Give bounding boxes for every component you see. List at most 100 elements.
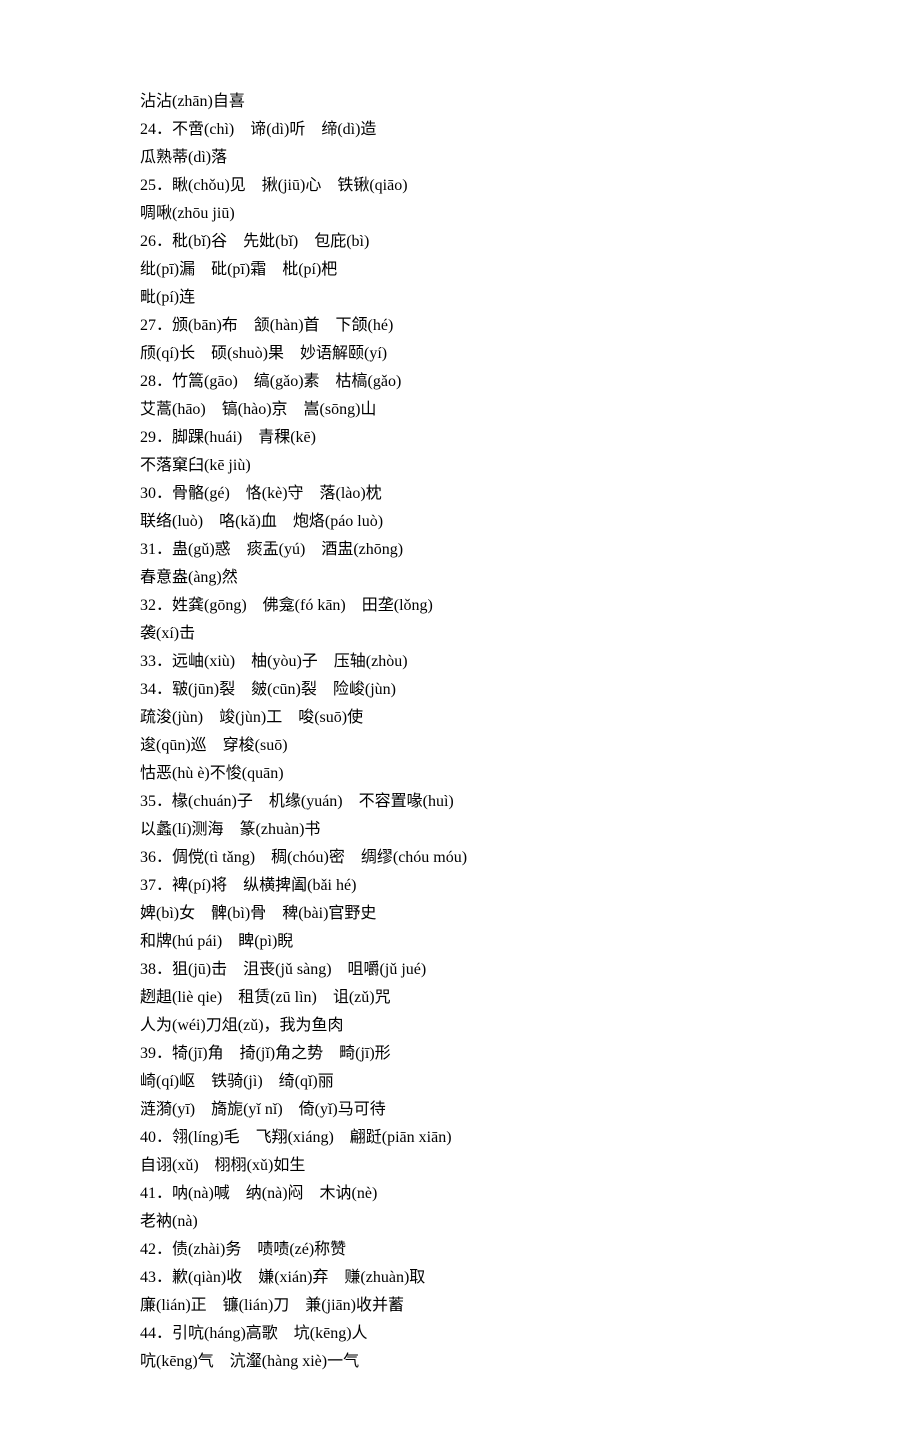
entry: 25．瞅(chǒu)见 揪(jiū)心 铁锹(qiāo) 啁啾(zhōu jiū) — [140, 172, 780, 228]
entry-text: 自诩(xǔ) 栩栩(xǔ)如生 — [140, 1157, 305, 1174]
document-content: 沾沾(zhān)自喜24．不啻(chì) 谛(dì)听 缔(dì)造瓜熟蒂(dì… — [140, 88, 780, 1376]
entry-line: 春意盎(àng)然 — [140, 564, 780, 592]
entry-line: 联络(luò) 咯(kǎ)血 炮烙(páo luò) — [140, 508, 780, 536]
entry-text: 不啻(chì) 谛(dì)听 缔(dì)造 — [172, 121, 376, 138]
entry-number: 37． — [140, 877, 172, 894]
entry-line: 41．呐(nà)喊 纳(nà)闷 木讷(nè) — [140, 1180, 780, 1208]
entry-line: 廉(lián)正 镰(lián)刀 兼(jiān)收并蓄 — [140, 1292, 780, 1320]
entry-number: 25． — [140, 177, 172, 194]
entry-text: 艾蒿(hāo) 镐(hào)京 嵩(sōng)山 — [140, 401, 376, 418]
entry-line: 32．姓龚(gōng) 佛龛(fó kān) 田垄(lǒng) — [140, 592, 780, 620]
entry-text: 婢(bì)女 髀(bì)骨 稗(bài)官野史 — [140, 905, 376, 922]
entry-number: 33． — [140, 653, 172, 670]
entry-number: 42． — [140, 1241, 172, 1258]
entry: 26．秕(bǐ)谷 先妣(bǐ) 包庇(bì) 纰(pī)漏 砒(pī)霜 枇(p… — [140, 228, 780, 312]
entry-text: 狙(jū)击 沮丧(jǔ sàng) 咀嚼(jǔ jué) — [172, 961, 426, 978]
entry-number: 43． — [140, 1269, 172, 1286]
entry: 43．歉(qiàn)收 嫌(xián)弃 赚(zhuàn)取廉(lián)正 镰… — [140, 1264, 780, 1320]
entry-line: 纰(pī)漏 砒(pī)霜 枇(pí)杷 — [140, 256, 780, 284]
entry-text: 春意盎(àng)然 — [140, 569, 238, 586]
entry-number: 34． — [140, 681, 172, 698]
entry-text: 椽(chuán)子 机缘(yuán) 不容置喙(huì) — [172, 793, 454, 810]
entry-text: 引吭(háng)高歌 坑(kēng)人 — [172, 1325, 368, 1342]
entry-line: 38．狙(jū)击 沮丧(jǔ sàng) 咀嚼(jǔ jué) — [140, 956, 780, 984]
entry-text: 犄(jī)角 掎(jǐ)角之势 畸(jī)形 — [172, 1045, 391, 1062]
entry-text: 袭(xí)击 — [140, 625, 195, 642]
entry: 33．远岫(xiù) 柚(yòu)子 压轴(zhòu) — [140, 648, 780, 676]
entry-line: 涟漪(yī) 旖旎(yǐ nǐ) 倚(yǐ)马可待 — [140, 1096, 780, 1124]
entry-line: 疏浚(jùn) 竣(jùn)工 唆(suō)使 — [140, 704, 780, 732]
entry-text: 怙恶(hù è)不悛(quān) — [140, 765, 284, 782]
entry-text: 歉(qiàn)收 嫌(xián)弃 赚(zhuàn)取 — [172, 1269, 425, 1286]
entry: 41．呐(nà)喊 纳(nà)闷 木讷(nè) 老衲(nà) — [140, 1180, 780, 1236]
entry-line: 艾蒿(hāo) 镐(hào)京 嵩(sōng)山 — [140, 396, 780, 424]
entry-text: 不落窠臼(kē jiù) — [140, 457, 251, 474]
entry-line: 35．椽(chuán)子 机缘(yuán) 不容置喙(huì) — [140, 788, 780, 816]
entry-line: 36．倜傥(tì tǎng) 稠(chóu)密 绸缪(chóu móu) — [140, 844, 780, 872]
entry-text: 蛊(gǔ)惑 痰盂(yú) 酒盅(zhōng) — [172, 541, 403, 558]
entry-number: 35． — [140, 793, 172, 810]
entry-number: 32． — [140, 597, 172, 614]
entry: 32．姓龚(gōng) 佛龛(fó kān) 田垄(lǒng) 袭(xí)击 — [140, 592, 780, 648]
entry-line: 吭(kēng)气 沆瀣(hàng xiè)一气 — [140, 1348, 780, 1376]
entry-text: 翎(líng)毛 飞翔(xiáng) 翩跹(piān xiān) — [172, 1129, 452, 1146]
entry-text: 老衲(nà) — [140, 1213, 198, 1230]
entry-text: 沾沾(zhān)自喜 — [140, 93, 245, 110]
entry: 35．椽(chuán)子 机缘(yuán) 不容置喙(huì) 以蠡(lí)测海 … — [140, 788, 780, 844]
entry-number: 36． — [140, 849, 172, 866]
entry-line: 瓜熟蒂(dì)落 — [140, 144, 780, 172]
entry-number: 28． — [140, 373, 172, 390]
entry-line: 34．皲(jūn)裂 皴(cūn)裂 险峻(jùn) — [140, 676, 780, 704]
entry-text: 纰(pī)漏 砒(pī)霜 枇(pí)杷 — [140, 261, 337, 278]
entry-text: 秕(bǐ)谷 先妣(bǐ) 包庇(bì) — [172, 233, 369, 250]
entry: 30．骨骼(gé) 恪(kè)守 落(lào)枕联络(luò) 咯(kǎ)血 炮… — [140, 480, 780, 536]
entry-line: 29．脚踝(huái) 青稞(kē) — [140, 424, 780, 452]
document-page: 沾沾(zhān)自喜24．不啻(chì) 谛(dì)听 缔(dì)造瓜熟蒂(dì… — [0, 0, 920, 1436]
entry: 28．竹篙(gāo) 缟(gǎo)素 枯槁(gǎo) 艾蒿(hāo) 镐(hào)… — [140, 368, 780, 424]
entry-text: 啁啾(zhōu jiū) — [140, 205, 235, 222]
entry: 29．脚踝(huái) 青稞(kē) 不落窠臼(kē jiù) — [140, 424, 780, 480]
entry-text: 崎(qí)岖 铁骑(jì) 绮(qǐ)丽 — [140, 1073, 334, 1090]
entry-number: 27． — [140, 317, 172, 334]
entry-text: 疏浚(jùn) 竣(jùn)工 唆(suō)使 — [140, 709, 363, 726]
entry: 34．皲(jūn)裂 皴(cūn)裂 险峻(jùn) 疏浚(jùn) 竣(jùn)… — [140, 676, 780, 788]
entry-line: 人为(wéi)刀俎(zǔ)，我为鱼肉 — [140, 1012, 780, 1040]
entry-line: 袭(xí)击 — [140, 620, 780, 648]
entry-line: 28．竹篙(gāo) 缟(gǎo)素 枯槁(gǎo) — [140, 368, 780, 396]
entry-line: 25．瞅(chǒu)见 揪(jiū)心 铁锹(qiāo) — [140, 172, 780, 200]
entry-text: 吭(kēng)气 沆瀣(hàng xiè)一气 — [140, 1353, 359, 1370]
entry-text: 皲(jūn)裂 皴(cūn)裂 险峻(jùn) — [172, 681, 396, 698]
entry-line: 以蠡(lí)测海 篆(zhuàn)书 — [140, 816, 780, 844]
entry: 39．犄(jī)角 掎(jǐ)角之势 畸(jī)形崎(qí)岖 铁骑(jì) 绮… — [140, 1040, 780, 1124]
entry-line: 婢(bì)女 髀(bì)骨 稗(bài)官野史 — [140, 900, 780, 928]
entry-number: 30． — [140, 485, 172, 502]
entry-line: 26．秕(bǐ)谷 先妣(bǐ) 包庇(bì) — [140, 228, 780, 256]
entry-text: 竹篙(gāo) 缟(gǎo)素 枯槁(gǎo) — [172, 373, 401, 390]
entry-line: 啁啾(zhōu jiū) — [140, 200, 780, 228]
entry-line: 31．蛊(gǔ)惑 痰盂(yú) 酒盅(zhōng) — [140, 536, 780, 564]
entry-text: 毗(pí)连 — [140, 289, 195, 306]
entry-line: 和牌(hú pái) 睥(pì)睨 — [140, 928, 780, 956]
entry-line: 37．裨(pí)将 纵横捭阖(bǎi hé) — [140, 872, 780, 900]
entry-line: 颀(qí)长 硕(shuò)果 妙语解颐(yí) — [140, 340, 780, 368]
entry: 24．不啻(chì) 谛(dì)听 缔(dì)造瓜熟蒂(dì)落 — [140, 116, 780, 172]
entry-line: 39．犄(jī)角 掎(jǐ)角之势 畸(jī)形 — [140, 1040, 780, 1068]
entry-number: 41． — [140, 1185, 172, 1202]
entry-text: 联络(luò) 咯(kǎ)血 炮烙(páo luò) — [140, 513, 383, 530]
entry-number: 29． — [140, 429, 172, 446]
entry-line: 老衲(nà) — [140, 1208, 780, 1236]
entry-text: 和牌(hú pái) 睥(pì)睨 — [140, 933, 293, 950]
entry: 36．倜傥(tì tǎng) 稠(chóu)密 绸缪(chóu móu) — [140, 844, 780, 872]
entry-text: 瓜熟蒂(dì)落 — [140, 149, 227, 166]
entry-text: 裨(pí)将 纵横捭阖(bǎi hé) — [172, 877, 356, 894]
entry-number: 26． — [140, 233, 172, 250]
entry: 沾沾(zhān)自喜 — [140, 88, 780, 116]
entry-text: 呐(nà)喊 纳(nà)闷 木讷(nè) — [172, 1185, 377, 1202]
entry-line: 43．歉(qiàn)收 嫌(xián)弃 赚(zhuàn)取 — [140, 1264, 780, 1292]
entry: 37．裨(pí)将 纵横捭阖(bǎi hé) 婢(bì)女 髀(bì)骨 稗(bà… — [140, 872, 780, 956]
entry: 44．引吭(háng)高歌 坑(kēng)人吭(kēng)气 沆瀣(hàng x… — [140, 1320, 780, 1376]
entry-line: 42．债(zhài)务 啧啧(zé)称赞 — [140, 1236, 780, 1264]
entry-number: 40． — [140, 1129, 172, 1146]
entry-text: 以蠡(lí)测海 篆(zhuàn)书 — [140, 821, 320, 838]
entry-text: 颀(qí)长 硕(shuò)果 妙语解颐(yí) — [140, 345, 387, 362]
